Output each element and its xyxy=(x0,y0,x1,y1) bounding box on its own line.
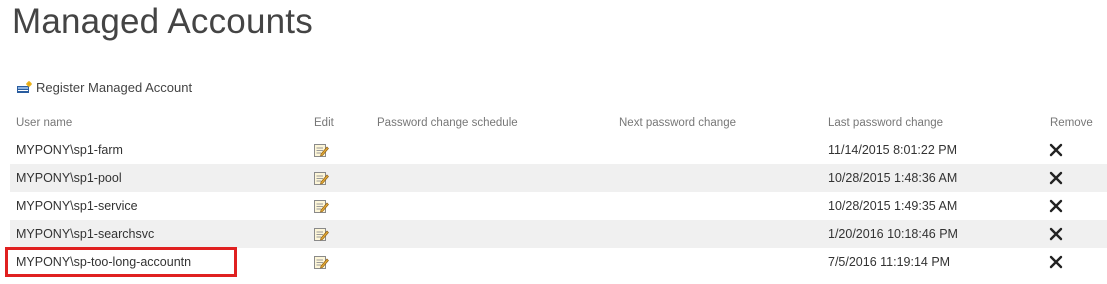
last-change-cell: 1/20/2016 10:18:46 PM xyxy=(828,227,958,241)
register-account-icon xyxy=(16,80,32,95)
register-managed-account-label: Register Managed Account xyxy=(36,80,193,95)
column-header-schedule: Password change schedule xyxy=(377,117,518,129)
table-row: MYPONY\sp1-farm 11/14/2015 8:01:22 PM xyxy=(10,136,1107,164)
column-header-next-change: Next password change xyxy=(619,117,736,129)
remove-account-button[interactable] xyxy=(1049,220,1063,248)
user-name-cell: MYPONY\sp1-pool xyxy=(16,171,122,185)
table-row: MYPONY\sp1-service 10/28/2015 1:49:35 AM xyxy=(10,192,1107,220)
remove-account-button[interactable] xyxy=(1049,136,1063,164)
managed-accounts-table: User name Edit Password change schedule … xyxy=(10,110,1107,276)
remove-account-button[interactable] xyxy=(1049,192,1063,220)
register-managed-account-link[interactable]: Register Managed Account xyxy=(16,80,192,95)
table-header: User name Edit Password change schedule … xyxy=(10,110,1107,136)
edit-icon xyxy=(313,170,329,186)
user-name-cell: MYPONY\sp1-searchsvc xyxy=(16,227,155,241)
edit-icon xyxy=(313,254,329,270)
table-row: MYPONY\sp1-pool 10/28/2015 1:48:36 AM xyxy=(10,164,1107,192)
close-icon xyxy=(1049,199,1063,213)
column-header-user-name: User name xyxy=(16,117,73,129)
edit-account-button[interactable] xyxy=(313,192,329,220)
last-change-cell: 7/5/2016 11:19:14 PM xyxy=(828,255,951,269)
column-header-last-change: Last password change xyxy=(828,117,944,129)
column-header-edit: Edit xyxy=(314,117,334,129)
edit-icon xyxy=(313,226,329,242)
table-row: MYPONY\sp1-searchsvc 1/20/2016 10:18:46 P… xyxy=(10,220,1107,248)
user-name-cell: MYPONY\sp1-service xyxy=(16,199,138,213)
last-change-cell: 10/28/2015 1:48:36 AM xyxy=(828,171,958,185)
user-name-cell: MYPONY\sp1-farm xyxy=(16,143,123,157)
remove-account-button[interactable] xyxy=(1049,164,1063,192)
close-icon xyxy=(1049,255,1063,269)
last-change-cell: 10/28/2015 1:49:35 AM xyxy=(828,199,958,213)
close-icon xyxy=(1049,171,1063,185)
last-change-cell: 11/14/2015 8:01:22 PM xyxy=(828,143,958,157)
remove-account-button[interactable] xyxy=(1049,248,1063,276)
close-icon xyxy=(1049,143,1063,157)
close-icon xyxy=(1049,227,1063,241)
edit-account-button[interactable] xyxy=(313,164,329,192)
user-name-cell: MYPONY\sp-too-long-accountn xyxy=(16,255,192,269)
edit-account-button[interactable] xyxy=(313,248,329,276)
edit-icon xyxy=(313,142,329,158)
column-header-remove: Remove xyxy=(1050,117,1093,129)
page-title: Managed Accounts xyxy=(12,2,313,41)
edit-account-button[interactable] xyxy=(313,136,329,164)
table-row: MYPONY\sp-too-long-accountn 7/5/2016 11:1… xyxy=(10,248,1107,276)
edit-account-button[interactable] xyxy=(313,220,329,248)
edit-icon xyxy=(313,198,329,214)
